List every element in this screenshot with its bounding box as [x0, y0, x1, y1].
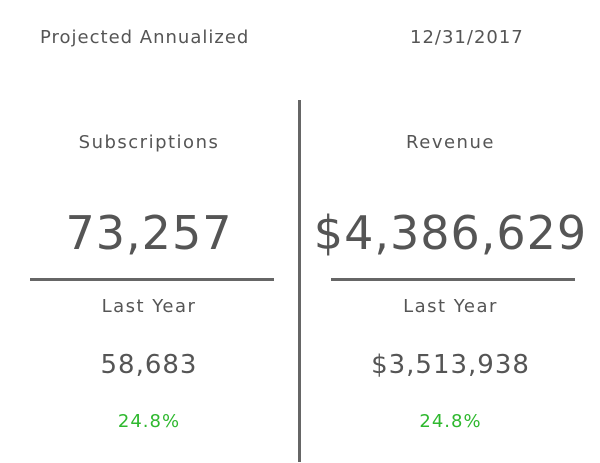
revenue-panel: Revenue $4,386,629 Last Year $3,513,938 …	[301, 0, 600, 463]
revenue-label: Revenue	[406, 132, 495, 153]
subscriptions-value: 73,257	[65, 206, 233, 260]
revenue-underline	[331, 278, 575, 281]
subscriptions-last-year-label: Last Year	[101, 296, 197, 317]
revenue-change: 24.8%	[419, 411, 482, 432]
revenue-value: $4,386,629	[313, 206, 588, 260]
subscriptions-underline	[30, 278, 274, 281]
subscriptions-last-year-value: 58,683	[100, 350, 198, 380]
revenue-last-year-value: $3,513,938	[371, 350, 530, 380]
subscriptions-panel: Subscriptions 73,257 Last Year 58,683 24…	[0, 0, 298, 463]
revenue-last-year-label: Last Year	[403, 296, 498, 317]
subscriptions-label: Subscriptions	[78, 132, 220, 153]
subscriptions-change: 24.8%	[117, 411, 181, 432]
